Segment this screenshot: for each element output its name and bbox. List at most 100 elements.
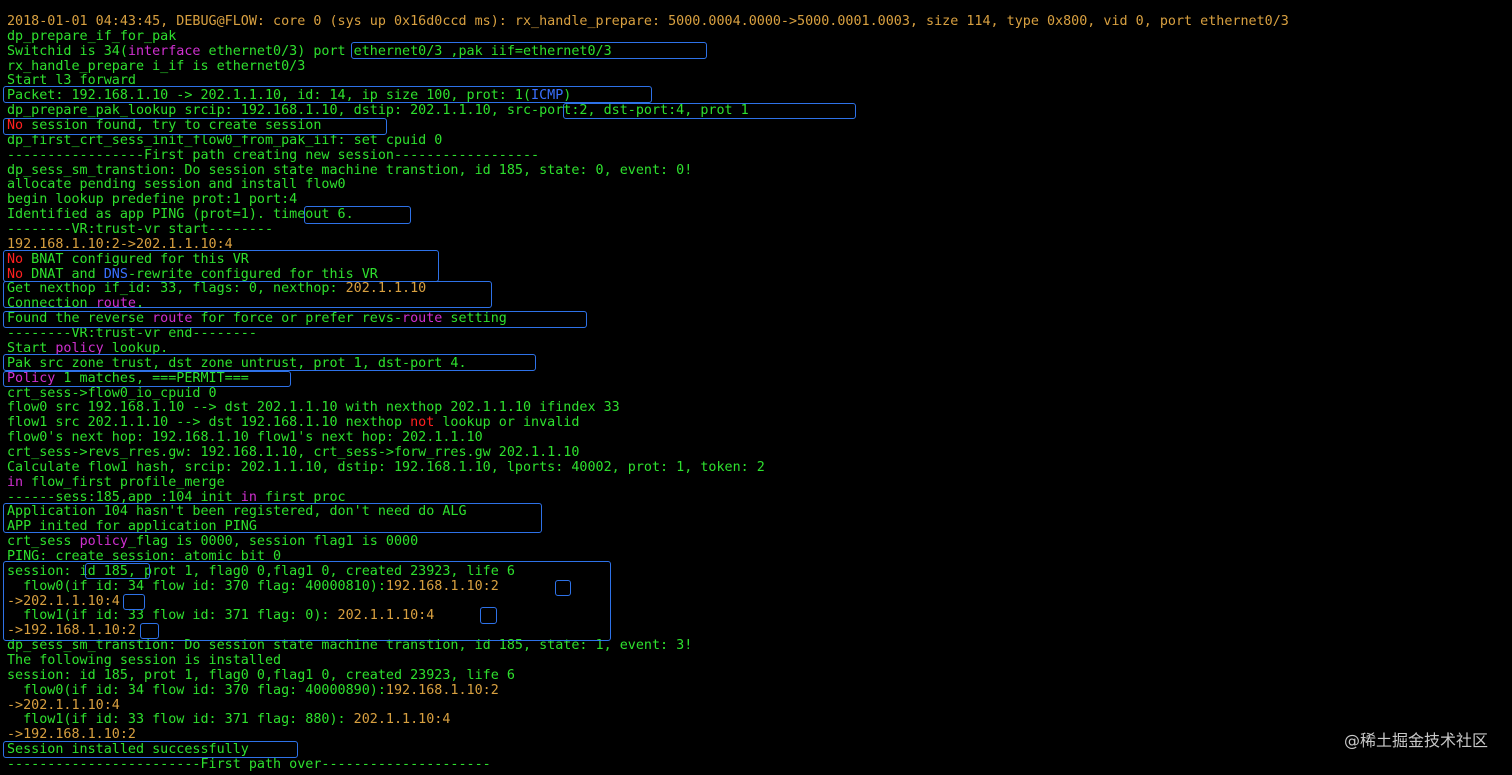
log-segment: Pak src zone trust, dst zone untrust, pr… bbox=[7, 355, 467, 371]
log-segment: Switchid is 34( bbox=[7, 43, 128, 59]
log-line: rx_handle_prepare i_if is ethernet0/3 bbox=[7, 59, 305, 74]
log-line: Policy 1 matches, ===PERMIT=== bbox=[7, 371, 249, 386]
log-line: crt_sess policy_flag is 0000, session fl… bbox=[7, 534, 418, 549]
log-line: flow1(if id: 33 flow id: 371 flag: 880):… bbox=[7, 712, 450, 727]
log-segment: Identified as app PING (prot=1). timeout… bbox=[7, 207, 354, 223]
log-line: PING: create session: atomic bit 0 bbox=[7, 549, 281, 564]
log-segment: No bbox=[7, 118, 24, 134]
log-line: Get nexthop if_id: 33, flags: 0, nexthop… bbox=[7, 281, 426, 296]
log-line: dp_first_crt_sess_init_flow0_from_pak_ii… bbox=[7, 133, 442, 148]
log-line: session: id 185, prot 1, flag0 0,flag1 0… bbox=[7, 564, 515, 579]
log-segment: for force or prefer revs- bbox=[192, 311, 403, 327]
log-segment: rx_handle_prepare i_if is ethernet0/3 bbox=[7, 58, 306, 74]
log-segment: ethernet0/3) port ethernet0/3 ,pak iif=e… bbox=[200, 43, 612, 59]
log-segment: --------VR:trust-vr start-------- bbox=[7, 222, 274, 238]
log-segment: first proc bbox=[256, 489, 346, 505]
log-segment: flow0(if id: 34 flow id: 370 flag: 40000… bbox=[7, 578, 386, 594]
log-segment: route bbox=[402, 311, 443, 327]
log-segment: Session installed successfully bbox=[7, 742, 249, 758]
log-segment: flow1(if id: 33 flow id: 371 flag: 0): bbox=[7, 608, 338, 624]
log-segment: No bbox=[7, 266, 24, 282]
log-segment: . bbox=[136, 296, 145, 312]
log-segment: in bbox=[240, 489, 257, 505]
log-line: flow0(if id: 34 flow id: 370 flag: 40000… bbox=[7, 579, 499, 594]
log-segment: ->202.1.1.10:4 bbox=[7, 593, 120, 609]
log-line: No BNAT configured for this VR bbox=[7, 252, 249, 267]
log-line: No session found, try to create session bbox=[7, 118, 321, 133]
log-segment: --------VR:trust-vr end-------- bbox=[7, 326, 257, 342]
log-line: flow0's next hop: 192.168.1.10 flow1's n… bbox=[7, 430, 483, 445]
log-line: Application 104 hasn't been registered, … bbox=[7, 504, 467, 519]
log-segment: 192.168.1.10:2 bbox=[385, 682, 499, 698]
log-line: No DNAT and DNS-rewrite configured for t… bbox=[7, 267, 378, 282]
log-segment: 1 matches, ===PERMIT=== bbox=[55, 370, 249, 386]
log-segment: -----------------First path creating new… bbox=[7, 147, 540, 163]
log-segment: ------sess:185,app :104 init bbox=[7, 489, 241, 505]
log-line: ->192.168.1.10:2 bbox=[7, 727, 136, 742]
log-line: dp_sess_sm_transtion: Do session state m… bbox=[7, 638, 692, 653]
log-line: 2018-01-01 04:43:45, DEBUG@FLOW: core 0 … bbox=[7, 14, 1289, 29]
log-segment: 202.1.1.10 bbox=[345, 281, 427, 297]
log-line: ------sess:185,app :104 init in first pr… bbox=[7, 490, 346, 505]
log-segment: begin lookup predefine prot:1 port:4 bbox=[7, 192, 298, 208]
log-segment: crt_sess->flow0_io_cpuid 0 bbox=[7, 385, 217, 401]
log-segment: DNAT and bbox=[23, 266, 104, 282]
log-line: crt_sess->revs_rres.gw: 192.168.1.10, cr… bbox=[7, 445, 579, 460]
log-segment: Calculate flow1 hash, srcip: 202.1.1.10,… bbox=[7, 459, 765, 475]
log-line: flow0(if id: 34 flow id: 370 flag: 40000… bbox=[7, 683, 499, 698]
log-line: ------------------------First path over-… bbox=[7, 757, 491, 772]
log-segment: 202.1.1.10:4 bbox=[353, 712, 451, 728]
log-line: flow1(if id: 33 flow id: 371 flag: 0): 2… bbox=[7, 608, 434, 623]
log-segment: Found the reverse bbox=[7, 311, 153, 327]
log-line: APP inited for application PING bbox=[7, 519, 257, 534]
terminal-output[interactable]: 2018-01-01 04:43:45, DEBUG@FLOW: core 0 … bbox=[7, 14, 1512, 775]
log-segment: in bbox=[7, 474, 24, 490]
log-segment: crt_sess bbox=[7, 534, 80, 550]
log-line: ->192.168.1.10:2 bbox=[7, 623, 136, 638]
log-segment: ------------------------First path over-… bbox=[7, 757, 491, 772]
log-line: -----------------First path creating new… bbox=[7, 148, 539, 163]
log-segment: lookup or invalid bbox=[434, 415, 580, 431]
log-line: ->202.1.1.10:4 bbox=[7, 698, 120, 713]
log-segment: 202.1.1.10:4 bbox=[337, 608, 435, 624]
log-segment: not bbox=[410, 415, 435, 431]
log-segment: route bbox=[152, 311, 193, 327]
log-line: flow0 src 192.168.1.10 --> dst 202.1.1.1… bbox=[7, 400, 620, 415]
log-line: begin lookup predefine prot:1 port:4 bbox=[7, 192, 297, 207]
log-line: flow1 src 202.1.1.10 --> dst 192.168.1.1… bbox=[7, 415, 579, 430]
log-segment: route bbox=[95, 296, 136, 312]
log-line: Switchid is 34(interface ethernet0/3) po… bbox=[7, 44, 612, 59]
log-line: Packet: 192.168.1.10 -> 202.1.1.10, id: … bbox=[7, 88, 571, 103]
log-segment: Start l3 forward bbox=[7, 73, 136, 89]
log-segment: No bbox=[7, 251, 24, 267]
log-segment: flow_first profile_merge bbox=[23, 474, 225, 490]
log-segment: policy bbox=[55, 340, 104, 356]
log-segment: dp_first_crt_sess_init_flow0_from_pak_ii… bbox=[7, 132, 443, 148]
log-segment: flow0 src 192.168.1.10 --> dst 202.1.1.1… bbox=[7, 400, 620, 416]
log-line: dp_sess_sm_transtion: Do session state m… bbox=[7, 163, 692, 178]
log-segment: allocate pending session and install flo… bbox=[7, 177, 346, 193]
log-segment: ->202.1.1.10:4 bbox=[7, 697, 120, 713]
log-line: Pak src zone trust, dst zone untrust, pr… bbox=[7, 356, 467, 371]
log-segment: 2018-01-01 04:43:45, DEBUG@FLOW: core 0 … bbox=[7, 14, 1289, 29]
log-segment: session: id 185, prot 1, flag0 0,flag1 0… bbox=[7, 667, 515, 683]
log-segment: flow1(if id: 33 flow id: 371 flag: 880): bbox=[7, 712, 354, 728]
log-segment: The following session is installed bbox=[7, 652, 282, 668]
log-line: Calculate flow1 hash, srcip: 202.1.1.10,… bbox=[7, 460, 765, 475]
log-line: Start l3 forward bbox=[7, 73, 136, 88]
log-segment: flow0's next hop: 192.168.1.10 flow1's n… bbox=[7, 430, 483, 446]
log-line: crt_sess->flow0_io_cpuid 0 bbox=[7, 386, 217, 401]
log-segment: crt_sess->revs_rres.gw: 192.168.1.10, cr… bbox=[7, 444, 580, 460]
log-segment: flow0(if id: 34 flow id: 370 flag: 40000… bbox=[7, 682, 386, 698]
log-segment: Start bbox=[7, 340, 56, 356]
log-segment: ) bbox=[563, 88, 572, 104]
log-line: --------VR:trust-vr start-------- bbox=[7, 222, 273, 237]
log-segment: setting bbox=[442, 311, 507, 327]
log-segment: PING: create session: atomic bit 0 bbox=[7, 548, 282, 564]
log-segment: DNS bbox=[103, 266, 128, 282]
log-line: The following session is installed bbox=[7, 653, 281, 668]
log-segment: dp_prepare_pak_lookup srcip: 192.168.1.1… bbox=[7, 103, 749, 119]
log-segment: session: id 185, prot 1, flag0 0,flag1 0… bbox=[7, 563, 515, 579]
log-segment: dp_sess_sm_transtion: Do session state m… bbox=[7, 162, 693, 178]
log-line: dp_prepare_if_for_pak bbox=[7, 29, 176, 44]
